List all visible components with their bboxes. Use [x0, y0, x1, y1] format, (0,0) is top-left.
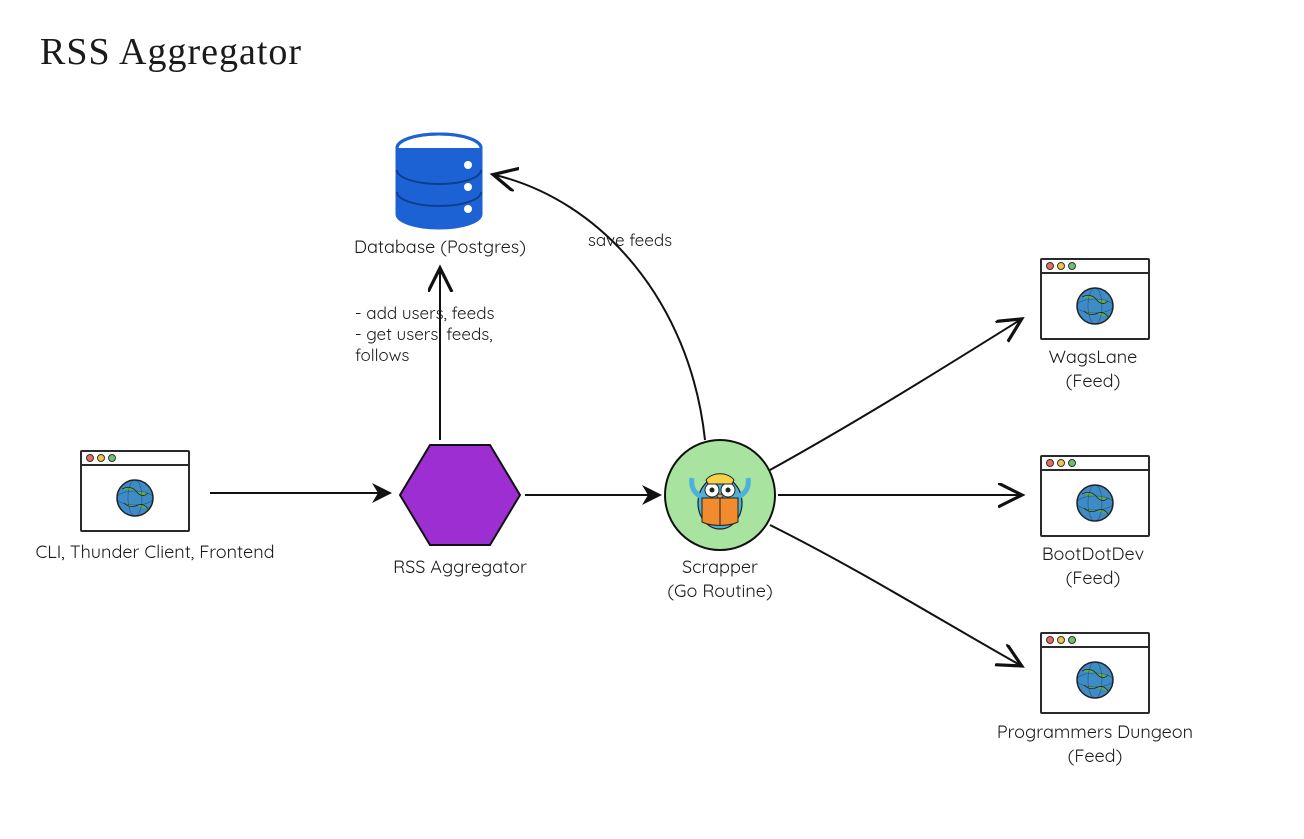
globe-icon	[114, 477, 156, 519]
feed2-label: BootDotDev (Feed)	[1008, 542, 1178, 591]
database-label: Database (Postgres)	[345, 235, 535, 259]
globe-icon	[1074, 482, 1116, 524]
client-browser-icon	[80, 450, 190, 532]
scrapper-label: Scrapper (Go Routine)	[640, 555, 800, 604]
edge-scrapper-to-feed1	[770, 320, 1020, 470]
edge-label-aggregator-to-database: - add users, feeds - get users, feeds, f…	[355, 303, 530, 366]
database-icon	[397, 134, 481, 228]
edge-label-scrapper-to-database: save feeds	[570, 230, 690, 251]
feed1-label: WagsLane (Feed)	[1008, 345, 1178, 394]
edge-scrapper-to-feed3	[770, 525, 1020, 665]
feed3-label: Programmers Dungeon (Feed)	[980, 720, 1210, 769]
feed1-browser-icon	[1040, 258, 1150, 340]
hexagon-icon	[400, 445, 520, 545]
feed2-browser-icon	[1040, 455, 1150, 537]
diagram-canvas: RSS Aggregator	[0, 0, 1304, 839]
client-label: CLI, Thunder Client, Frontend	[35, 540, 275, 564]
globe-icon	[1074, 659, 1116, 701]
feed3-browser-icon	[1040, 632, 1150, 714]
globe-icon	[1074, 285, 1116, 327]
aggregator-label: RSS Aggregator	[365, 555, 555, 579]
scrapper-node	[665, 440, 775, 550]
